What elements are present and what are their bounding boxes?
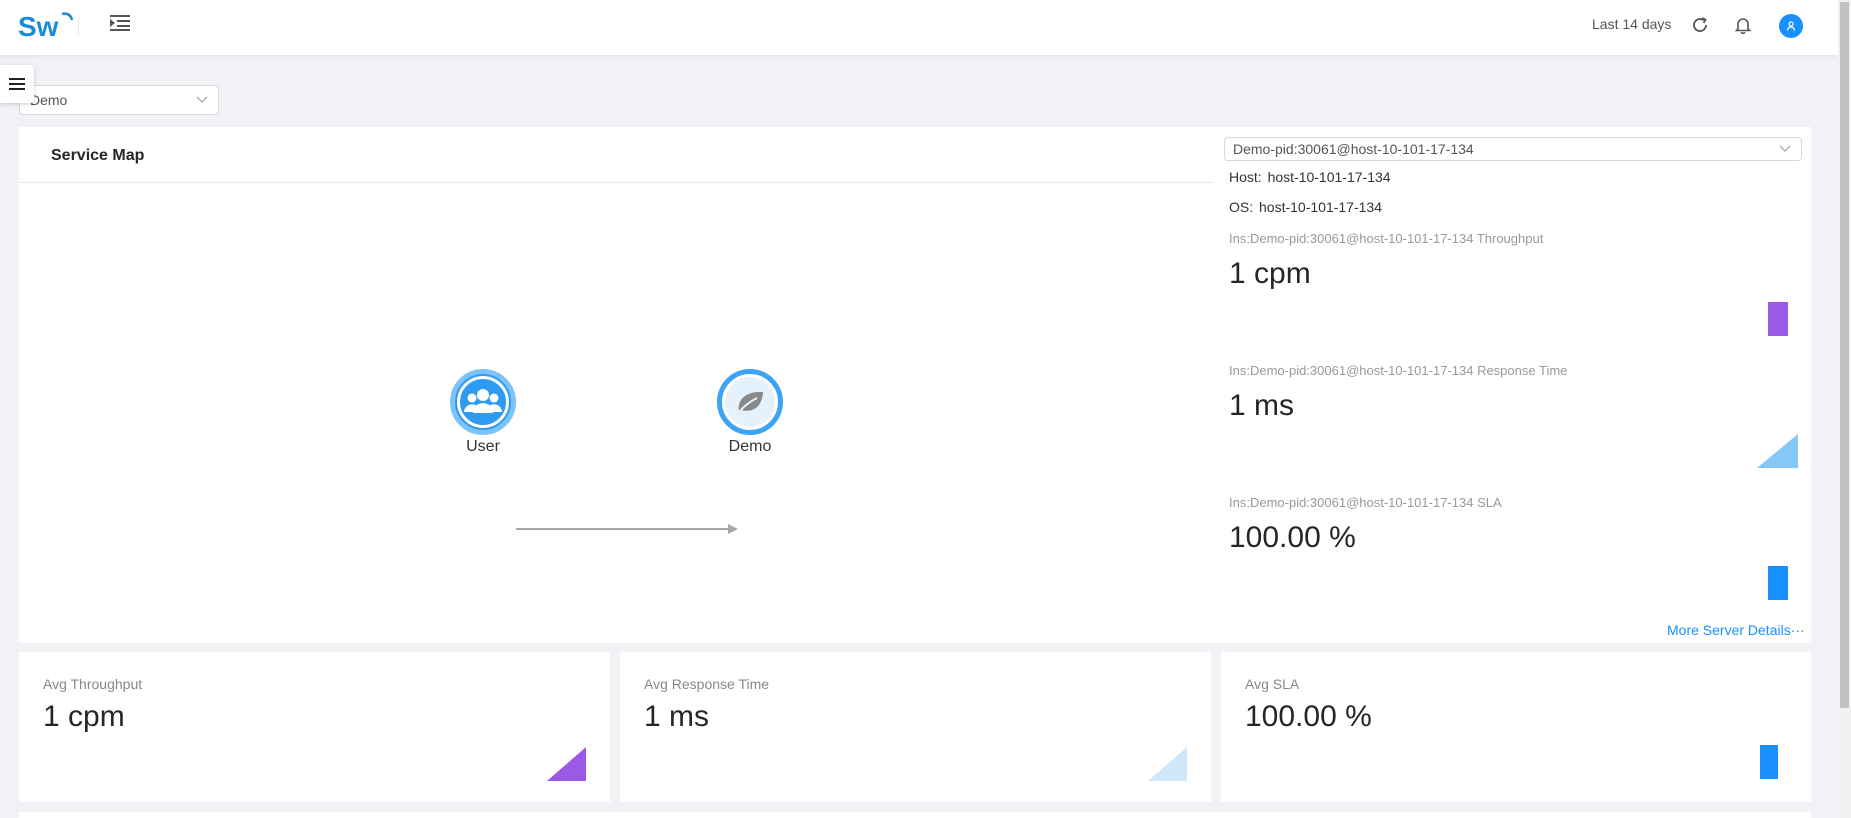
avg-throughput-label: Avg Throughput	[43, 676, 143, 692]
hamburger-icon	[9, 78, 25, 90]
topology-node-demo[interactable]	[717, 369, 783, 435]
instance-sla-chart	[1768, 566, 1788, 600]
instance-select-value: Demo-pid:30061@host-10-101-17-134	[1233, 141, 1474, 157]
avg-sla-card: Avg SLA 100.00 %	[1221, 652, 1811, 802]
avg-throughput-chart	[547, 747, 586, 781]
instance-throughput-chart	[1768, 302, 1788, 336]
avg-throughput-area	[547, 747, 586, 781]
skywalking-logo[interactable]: Sw	[18, 8, 76, 42]
host-value: host-10-101-17-134	[1267, 169, 1391, 185]
card-header: Service Map	[19, 127, 1214, 183]
service-map-card: Service Map User Demo	[19, 127, 1811, 643]
instance-throughput-value: 1 cpm	[1229, 257, 1311, 290]
response-time-area	[1757, 434, 1798, 468]
more-server-details-link[interactable]: More Server Details···	[1667, 622, 1805, 638]
sla-bar	[1768, 566, 1788, 600]
users-icon	[464, 389, 502, 413]
os-info: OS: host-10-101-17-134	[1229, 199, 1382, 215]
instance-sla-label: Ins:Demo-pid:30061@host-10-101-17-134 SL…	[1229, 495, 1502, 510]
avg-response-time-chart	[1148, 747, 1187, 781]
sidebar-toggle-button[interactable]	[0, 65, 34, 103]
avg-sla-value: 100.00 %	[1245, 700, 1372, 733]
reload-icon[interactable]	[1691, 16, 1709, 34]
service-map-title: Service Map	[51, 147, 145, 164]
avg-throughput-card: Avg Throughput 1 cpm	[19, 652, 610, 802]
avg-sla-chart	[1760, 745, 1778, 779]
avg-response-time-value: 1 ms	[644, 700, 710, 733]
service-select-value: Demo	[30, 92, 68, 108]
instance-throughput-label: Ins:Demo-pid:30061@host-10-101-17-134 Th…	[1229, 231, 1544, 246]
top-header: Sw Last 14 days	[0, 0, 1838, 56]
instance-sla-value: 100.00 %	[1229, 521, 1356, 554]
avg-throughput-value: 1 cpm	[43, 700, 125, 733]
avg-response-time-label: Avg Response Time	[644, 676, 770, 692]
bell-icon[interactable]	[1734, 16, 1752, 34]
avg-sla-label: Avg SLA	[1245, 676, 1300, 692]
logo-divider	[78, 14, 79, 36]
node-label-demo: Demo	[728, 438, 772, 455]
node-label-user: User	[466, 438, 500, 455]
next-card-edge	[19, 812, 1811, 818]
page-scrollbar[interactable]	[1838, 0, 1851, 818]
os-value: host-10-101-17-134	[1259, 199, 1382, 215]
service-map-canvas[interactable]	[19, 184, 1214, 643]
topology-edge	[516, 524, 738, 534]
scrollbar-thumb[interactable]	[1840, 2, 1849, 708]
topology-node-user[interactable]	[450, 369, 516, 435]
instance-select[interactable]: Demo-pid:30061@host-10-101-17-134	[1224, 137, 1802, 161]
chevron-down-icon	[196, 96, 208, 103]
chevron-down-icon	[1779, 145, 1791, 152]
instance-response-time-value: 1 ms	[1229, 389, 1295, 422]
user-avatar-icon[interactable]	[1779, 14, 1803, 38]
os-label: OS:	[1229, 199, 1254, 215]
host-info: Host: host-10-101-17-134	[1229, 169, 1391, 185]
time-range-picker[interactable]: Last 14 days	[1592, 16, 1671, 32]
instance-response-time-label: Ins:Demo-pid:30061@host-10-101-17-134 Re…	[1229, 363, 1568, 378]
instance-response-time-chart	[1757, 434, 1798, 468]
avg-sla-bar	[1760, 745, 1778, 779]
host-label: Host:	[1229, 169, 1262, 185]
service-select[interactable]: Demo	[19, 85, 219, 115]
avg-response-time-area	[1148, 747, 1187, 781]
leaf-icon	[738, 391, 763, 413]
menu-fold-icon[interactable]	[110, 14, 130, 32]
avg-response-time-card: Avg Response Time 1 ms	[620, 652, 1211, 802]
throughput-bar	[1768, 302, 1788, 336]
logo-text: Sw	[18, 11, 59, 42]
